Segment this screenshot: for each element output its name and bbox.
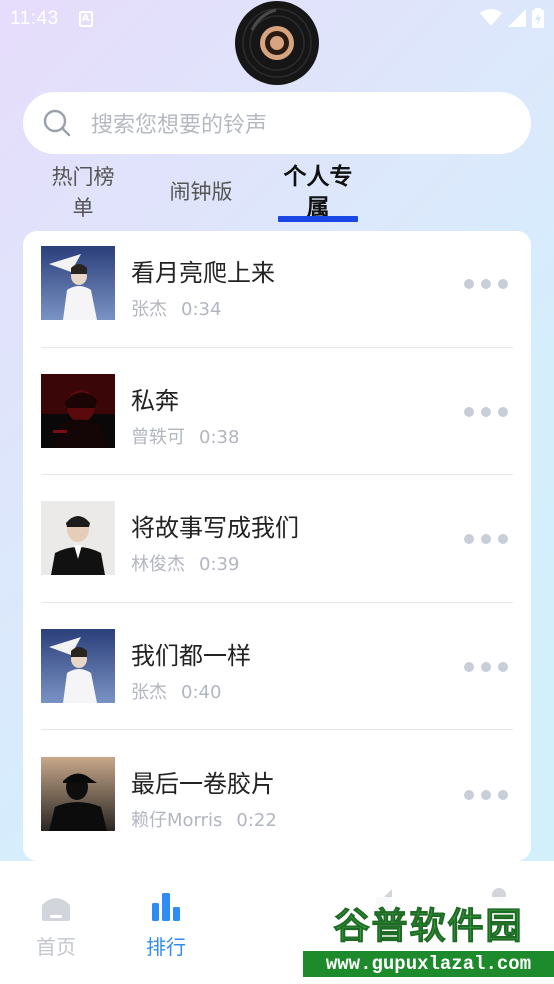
status-time: 11:43 xyxy=(10,8,59,29)
album-cover xyxy=(41,374,115,448)
song-duration: 0:40 xyxy=(181,682,222,703)
song-title: 最后一卷胶片 xyxy=(131,770,275,798)
home-icon xyxy=(42,898,70,921)
song-artist: 林俊杰 xyxy=(131,554,185,575)
dot-icon xyxy=(481,407,491,417)
album-cover xyxy=(41,501,115,575)
dot-icon xyxy=(464,662,474,672)
more-options-button[interactable] xyxy=(464,274,508,294)
tab-personal[interactable]: 个人专属 xyxy=(278,162,358,220)
status-icons xyxy=(480,8,544,28)
watermark-logo: 谷普软件园 www.gupuxlazal.com xyxy=(303,897,554,979)
song-list: 看月亮爬上来 张杰 0:34 私奔 曾轶可 0:38 将故事写成我们 林俊杰 0… xyxy=(23,231,531,861)
song-duration: 0:34 xyxy=(181,299,222,320)
dot-icon xyxy=(498,790,508,800)
song-duration: 0:22 xyxy=(236,810,277,831)
song-duration: 0:39 xyxy=(199,554,240,575)
song-artist: 赖仔Morris xyxy=(131,810,223,831)
nav-home-label: 首页 xyxy=(36,935,76,959)
notification-a-icon: A xyxy=(78,11,93,27)
dot-icon xyxy=(498,279,508,289)
song-row[interactable]: 看月亮爬上来 张杰 0:34 xyxy=(23,231,531,358)
song-meta: 赖仔Morris 0:22 xyxy=(131,806,277,832)
song-artist: 张杰 xyxy=(131,299,167,320)
divider xyxy=(41,602,513,603)
vinyl-record-button[interactable] xyxy=(234,0,320,86)
more-options-button[interactable] xyxy=(464,529,508,549)
dot-icon xyxy=(498,534,508,544)
wifi-icon xyxy=(480,9,502,26)
song-artist: 曾轶可 xyxy=(131,427,185,448)
battery-icon xyxy=(532,8,544,28)
song-row[interactable]: 将故事写成我们 林俊杰 0:39 xyxy=(23,486,531,613)
watermark-url: www.gupuxlazal.com xyxy=(303,951,554,977)
song-title: 私奔 xyxy=(131,387,179,415)
dot-icon xyxy=(481,279,491,289)
divider xyxy=(41,474,513,475)
song-title: 将故事写成我们 xyxy=(131,514,299,542)
song-row[interactable]: 私奔 曾轶可 0:38 xyxy=(23,359,531,486)
nav-home[interactable]: 首页 xyxy=(26,893,86,960)
song-duration: 0:38 xyxy=(199,427,240,448)
dot-icon xyxy=(481,534,491,544)
divider xyxy=(41,729,513,730)
category-tabs: 热门榜单 闹钟版 个人专属 xyxy=(0,160,554,226)
more-options-button[interactable] xyxy=(464,657,508,677)
nav-rank[interactable]: 排行 xyxy=(136,893,196,960)
dot-icon xyxy=(464,790,474,800)
dot-icon xyxy=(464,534,474,544)
song-title: 看月亮爬上来 xyxy=(131,259,275,287)
album-cover xyxy=(41,757,115,831)
signal-icon xyxy=(508,9,526,27)
search-bar[interactable]: 搜索您想要的铃声 xyxy=(23,92,531,154)
nav-rank-label: 排行 xyxy=(146,935,186,959)
song-meta: 林俊杰 0:39 xyxy=(131,550,239,576)
tab-hot-chart[interactable]: 热门榜单 xyxy=(50,162,116,224)
dot-icon xyxy=(481,662,491,672)
song-row[interactable]: 最后一卷胶片 赖仔Morris 0:22 xyxy=(23,742,531,861)
more-options-button[interactable] xyxy=(464,785,508,805)
divider xyxy=(41,347,513,348)
song-meta: 曾轶可 0:38 xyxy=(131,423,239,449)
song-artist: 张杰 xyxy=(131,682,167,703)
song-title: 我们都一样 xyxy=(131,642,251,670)
song-meta: 张杰 0:40 xyxy=(131,678,221,704)
dot-icon xyxy=(481,790,491,800)
album-cover xyxy=(41,246,115,320)
search-icon xyxy=(43,109,71,137)
song-meta: 张杰 0:34 xyxy=(131,295,221,321)
dot-icon xyxy=(498,662,508,672)
dot-icon xyxy=(498,407,508,417)
search-input[interactable]: 搜索您想要的铃声 xyxy=(91,107,267,139)
dot-icon xyxy=(464,407,474,417)
dot-icon xyxy=(464,279,474,289)
watermark-title: 谷普软件园 xyxy=(333,906,524,948)
more-options-button[interactable] xyxy=(464,402,508,422)
song-row[interactable]: 我们都一样 张杰 0:40 xyxy=(23,614,531,741)
bar-chart-icon xyxy=(152,893,180,921)
album-cover xyxy=(41,629,115,703)
tab-alarm[interactable]: 闹钟版 xyxy=(164,177,238,208)
active-tab-indicator xyxy=(278,216,358,222)
